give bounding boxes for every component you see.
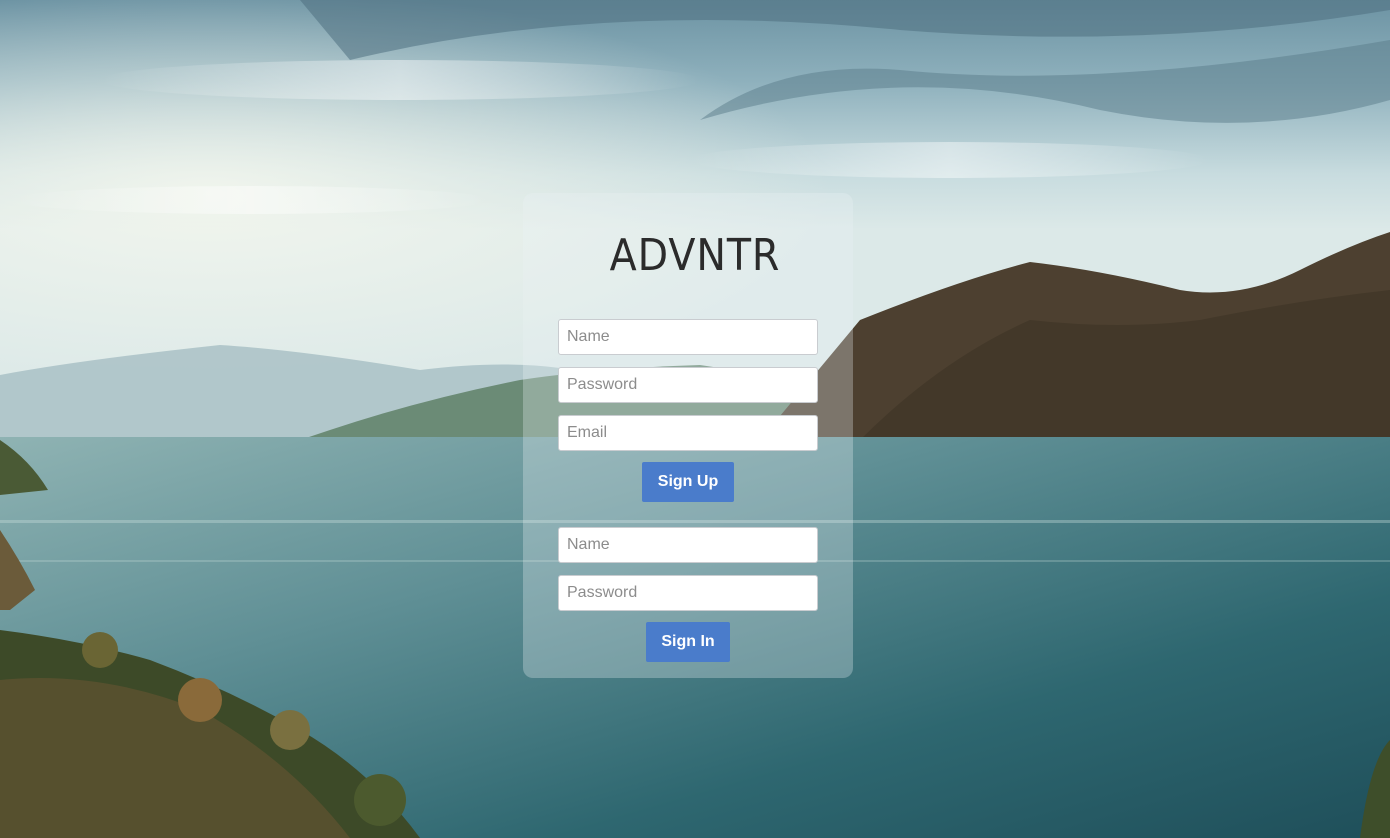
sign-in-button[interactable]: Sign In	[646, 622, 730, 662]
signin-password-input[interactable]	[558, 575, 818, 611]
signup-name-input[interactable]	[558, 319, 818, 355]
app-logo: ADVNTR	[609, 230, 781, 281]
signup-email-input[interactable]	[558, 415, 818, 451]
signup-password-input[interactable]	[558, 367, 818, 403]
sign-up-button[interactable]: Sign Up	[642, 462, 734, 502]
signin-name-input[interactable]	[558, 527, 818, 563]
